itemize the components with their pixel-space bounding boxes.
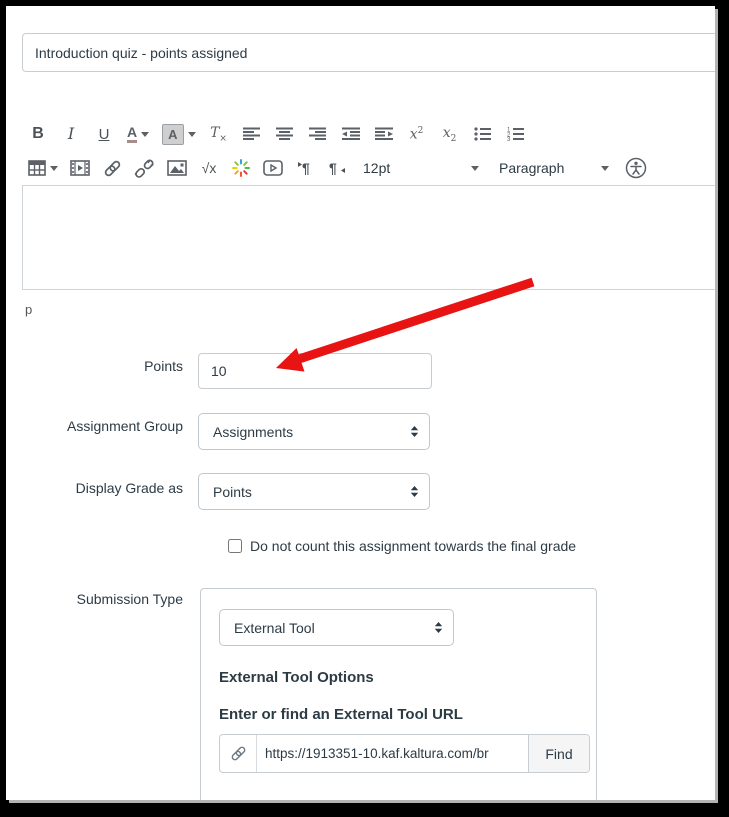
underline-icon[interactable]: U [94,120,114,148]
points-label: Points [144,358,183,374]
display-grade-as-label: Display Grade as [75,480,183,496]
chevron-down-icon [141,131,150,137]
display-grade-as-value: Points [213,483,252,500]
unlink-icon[interactable] [134,154,155,182]
assignment-group-select[interactable]: Assignments [198,413,430,450]
apps-icon[interactable] [231,154,251,182]
screenshot-frame: B I U A A T× [0,0,729,817]
chevron-down-icon [471,165,479,171]
accessibility-checker-icon[interactable] [625,154,647,182]
chevron-down-icon [601,165,609,171]
display-grade-as-select[interactable]: Points [198,473,430,510]
video-embed-icon[interactable] [263,154,283,182]
assignment-edit-page: B I U A A T× [6,6,715,800]
numbered-list-icon[interactable]: 123 [506,120,526,148]
svg-text:¶: ¶ [329,160,337,176]
paragraph-format-select[interactable]: Paragraph [495,154,613,182]
bullet-list-icon[interactable] [473,120,493,148]
assignment-group-label: Assignment Group [67,418,183,434]
external-tool-url-input[interactable] [257,735,528,772]
external-tool-url-label: Enter or find an External Tool URL [219,706,463,723]
outdent-icon[interactable] [341,120,361,148]
link-icon[interactable] [102,154,122,182]
select-arrows-icon [410,486,419,497]
align-left-icon[interactable] [242,120,262,148]
background-color-icon[interactable]: A [162,120,196,148]
find-button[interactable]: Find [528,735,589,772]
rce-body[interactable] [22,185,715,290]
superscript-icon[interactable]: x2 [407,120,427,148]
media-icon[interactable] [70,154,90,182]
submission-type-box: External Tool External Tool Options Ente… [200,588,597,800]
submission-type-select[interactable]: External Tool [219,609,454,646]
submission-type-value: External Tool [234,619,315,636]
points-input[interactable] [198,353,432,389]
chevron-down-icon [187,131,196,137]
element-path-indicator: p [25,302,33,317]
select-arrows-icon [410,426,419,437]
align-center-icon[interactable] [275,120,295,148]
omit-final-grade-row: Do not count this assignment towards the… [228,538,576,554]
svg-text:3: 3 [507,137,511,141]
clear-formatting-icon[interactable]: T× [209,120,229,148]
submission-type-label: Submission Type [76,591,183,607]
assignment-name-input[interactable] [22,33,715,72]
omit-final-grade-label: Do not count this assignment towards the… [250,538,577,554]
font-size-value: 12pt [363,160,391,176]
external-tool-options-heading: External Tool Options [219,669,374,686]
italic-icon[interactable]: I [61,120,81,148]
table-icon[interactable] [28,154,58,182]
paragraph-format-value: Paragraph [499,160,565,176]
select-arrows-icon [434,622,443,633]
rce-toolbar-row2: √x ¶ ¶ 12pt Paragraph [28,152,647,184]
indent-icon[interactable] [374,120,394,148]
rtl-paragraph-icon[interactable]: ¶ [327,154,347,182]
equation-icon[interactable]: √x [199,154,219,182]
assignment-group-value: Assignments [213,423,294,440]
image-icon[interactable] [167,154,187,182]
ltr-paragraph-icon[interactable]: ¶ [295,154,315,182]
align-right-icon[interactable] [308,120,328,148]
text-color-icon[interactable]: A [127,120,150,148]
subscript-icon[interactable]: x2 [440,120,460,148]
rce-toolbar-row1: B I U A A T× x2 x2 1 2 3 [28,118,526,150]
omit-final-grade-checkbox[interactable] [228,539,242,553]
svg-text:¶: ¶ [302,160,310,176]
chevron-down-icon [50,165,58,171]
font-size-select[interactable]: 12pt [359,154,483,182]
link-icon [220,735,257,772]
bold-icon[interactable]: B [28,120,48,148]
external-tool-url-group: Find [219,734,590,773]
